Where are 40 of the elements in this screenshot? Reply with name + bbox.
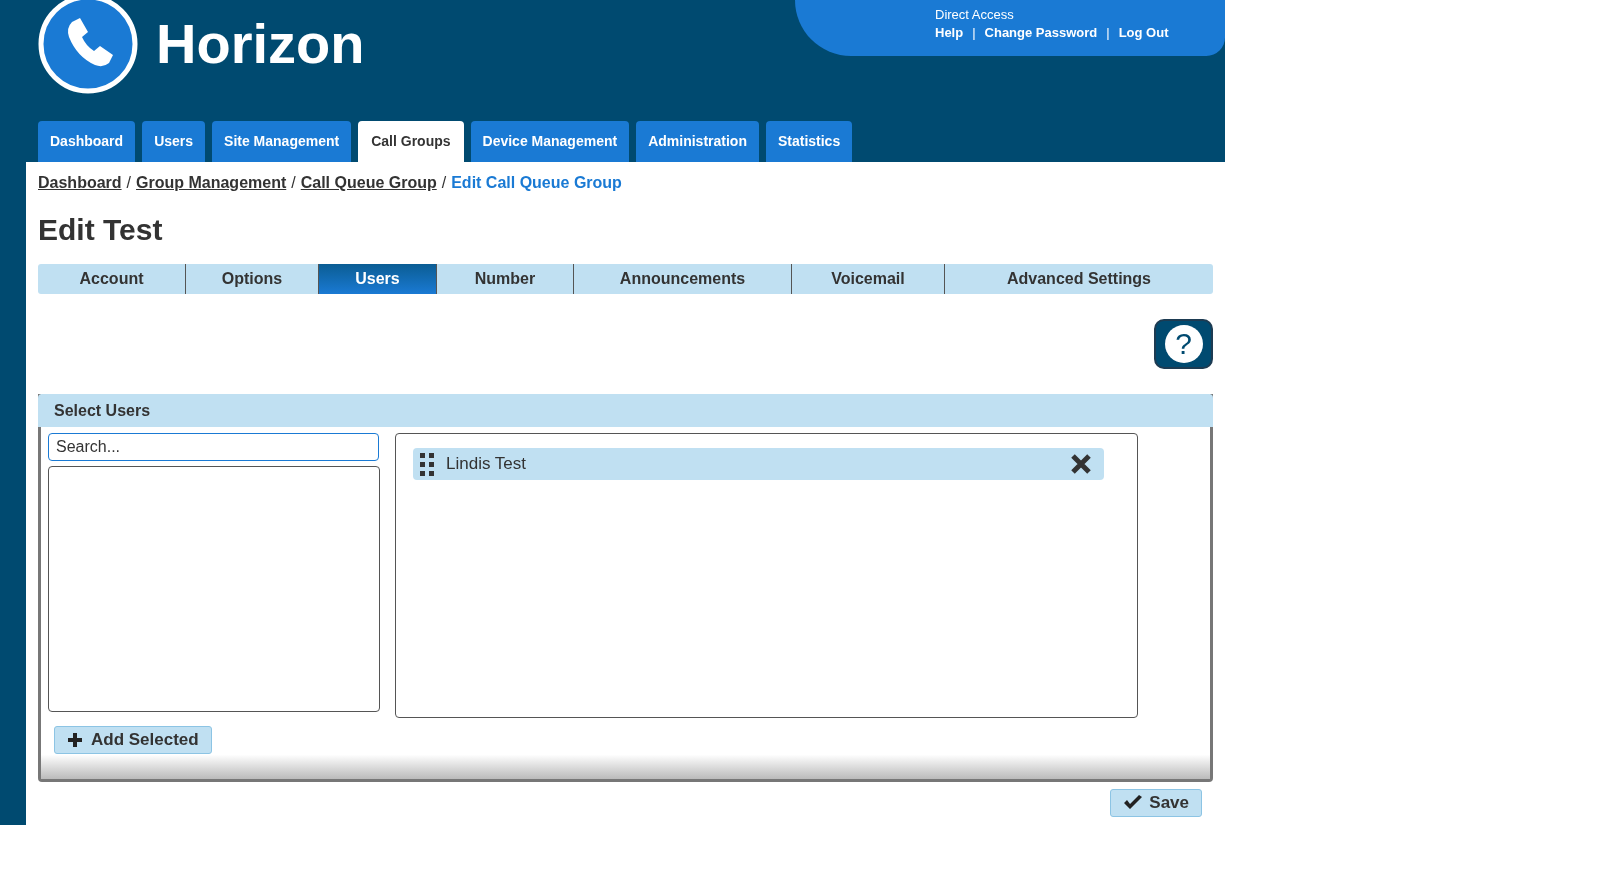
nav-tab[interactable]: Device Management [470,121,630,162]
add-selected-button[interactable]: Add Selected [54,726,212,754]
account-type: Direct Access [935,7,1015,23]
logo-text: Horizon [156,16,365,72]
breadcrumb-separator: / [291,173,296,193]
nav-tab[interactable]: Users [142,121,206,162]
user-name: Lindis Test [446,453,527,476]
breadcrumb-link[interactable]: Dashboard [38,171,122,195]
breadcrumb-separator: / [126,173,132,193]
plus-icon [67,732,83,748]
save-button[interactable]: Save [1110,789,1202,817]
nav-tab[interactable]: Statistics [765,121,853,162]
page-title: Edit Test [38,212,164,248]
drag-handle-icon[interactable] [419,452,435,476]
sub-tab[interactable]: Advanced Settings [944,264,1213,294]
check-icon [1123,795,1144,811]
breadcrumb-link[interactable]: Call Queue Group [300,171,437,195]
link-separator: | [1106,24,1110,42]
section-header: Select Users [38,394,1213,427]
breadcrumb-link[interactable]: Edit Call Queue Group [451,171,622,195]
breadcrumb-link[interactable]: Group Management [136,171,287,195]
sub-tab[interactable]: Announcements [573,264,791,294]
sub-tab[interactable]: Users [318,264,436,294]
nav-tab[interactable]: Site Management [212,121,352,162]
help-button[interactable]: ? [1154,319,1213,369]
phone-logo-icon [38,0,138,94]
nav-tab[interactable]: Administration [636,121,759,162]
sub-tab[interactable]: Account [38,264,185,294]
header-link[interactable]: Log Out [1118,23,1169,43]
nav-tab[interactable]: Dashboard [38,121,136,162]
header-link[interactable]: Change Password [984,23,1098,43]
sub-tab[interactable]: Number [436,264,573,294]
search-field[interactable]: Search... [48,433,379,461]
nav-tab[interactable]: Call Groups [358,121,464,162]
sub-tab[interactable]: Voicemail [791,264,944,294]
breadcrumb-separator: / [441,173,447,193]
remove-icon[interactable] [1070,453,1092,475]
selected-user-item[interactable]: Lindis Test [413,448,1104,480]
link-separator: | [972,24,976,42]
header-link[interactable]: Help [935,23,964,43]
